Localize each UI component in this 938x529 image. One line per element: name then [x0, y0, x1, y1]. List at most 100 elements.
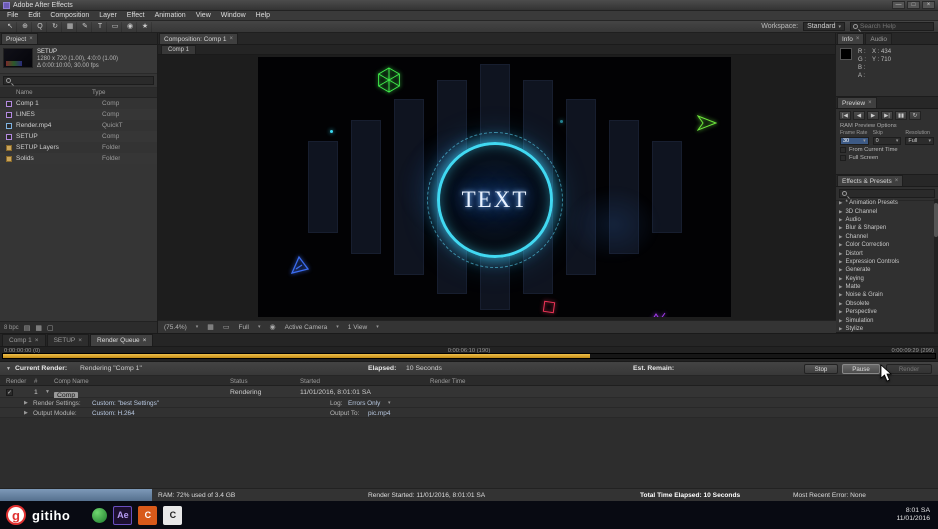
twirl-icon[interactable]: ▶ [839, 301, 842, 307]
menu-layer[interactable]: Layer [94, 12, 122, 19]
effects-search-box[interactable] [839, 189, 935, 198]
frame-rate-dropdown[interactable]: 30 ▾ [840, 137, 869, 145]
minimize-button[interactable]: — [892, 1, 905, 9]
twirl-icon[interactable]: ▶ [24, 410, 28, 416]
taskbar-clock[interactable]: 8:01 SA 11/01/2016 [896, 507, 932, 523]
menu-effect[interactable]: Effect [122, 12, 150, 19]
output-to-value[interactable]: pic.mp4 [368, 410, 390, 417]
camera-tool-icon[interactable]: ▦ [64, 21, 77, 32]
skip-dropdown[interactable]: 0 ▾ [872, 137, 902, 145]
tab-project[interactable]: Project × [1, 33, 38, 44]
close-button[interactable]: × [922, 1, 935, 9]
twirl-icon[interactable]: ▼ [6, 366, 11, 372]
column-render[interactable]: Render [6, 378, 26, 385]
pixel-aspect-icon[interactable]: ◉ [270, 323, 276, 331]
menu-view[interactable]: View [191, 12, 216, 19]
close-icon[interactable]: × [35, 337, 39, 344]
twirl-icon[interactable]: ▶ [839, 284, 842, 290]
close-icon[interactable]: × [143, 337, 147, 344]
effects-category[interactable]: ▶ Channel [836, 233, 934, 241]
project-item[interactable]: SETUP Comp [0, 131, 157, 142]
project-item[interactable]: Render.mp4 QuickT [0, 120, 157, 131]
tab-effects-presets[interactable]: Effects & Presets × [837, 175, 904, 186]
pause-button[interactable]: Pause [842, 364, 880, 374]
active-camera-dropdown[interactable]: Active Camera [285, 324, 328, 331]
twirl-icon[interactable]: ▶ [24, 400, 28, 406]
twirl-icon[interactable]: ▶ [839, 259, 842, 265]
app-c-white-icon[interactable]: C [163, 505, 183, 525]
column-name[interactable]: Name [0, 89, 92, 96]
composition-viewer[interactable]: TEXT [158, 55, 836, 320]
brush-tool-icon[interactable]: ★ [139, 21, 152, 32]
help-search-input[interactable] [860, 23, 931, 30]
column-comp-name[interactable]: Comp Name [54, 378, 89, 385]
previous-frame-button[interactable]: ◀ [853, 111, 865, 120]
project-item[interactable]: Solids Folder [0, 153, 157, 164]
column-started[interactable]: Started [300, 378, 320, 385]
effects-category[interactable]: ▶ Audio [836, 216, 934, 224]
scrollbar[interactable] [934, 199, 938, 332]
menu-file[interactable]: File [2, 12, 23, 19]
render-checkbox[interactable]: ✓ [6, 389, 13, 396]
pen-tool-icon[interactable]: ✎ [79, 21, 92, 32]
tab-setup-timeline[interactable]: SETUP × [46, 334, 90, 346]
tab-audio[interactable]: Audio [865, 33, 892, 44]
zoom-dropdown[interactable]: (75.4%) [164, 324, 187, 331]
twirl-icon[interactable]: ▶ [839, 200, 842, 206]
trash-icon[interactable]: ▢ [47, 324, 54, 332]
project-item[interactable]: Comp 1 Comp [0, 98, 157, 109]
project-search-input[interactable] [13, 77, 151, 84]
full-screen-checkbox[interactable] [840, 155, 846, 161]
rotate-tool-icon[interactable]: ↻ [49, 21, 62, 32]
effects-search-input[interactable] [849, 190, 932, 197]
puppet-tool-icon[interactable]: ◉ [124, 21, 137, 32]
menu-composition[interactable]: Composition [45, 12, 94, 19]
twirl-icon[interactable]: ▶ [839, 318, 842, 324]
effects-category[interactable]: ▶ Obsolete [836, 300, 934, 308]
effects-category[interactable]: ▶ Perspective [836, 308, 934, 316]
tab-render-queue[interactable]: Render Queue × [90, 334, 154, 346]
close-icon[interactable]: × [230, 36, 234, 42]
tab-preview[interactable]: Preview × [837, 97, 877, 108]
twirl-icon[interactable]: ▼ [45, 389, 50, 395]
queue-item-row[interactable]: ✓ 1 ▼ Comp 1 Rendering 11/01/2016, 8:01:… [0, 386, 938, 406]
grid-options-icon[interactable]: ▦ [207, 323, 214, 331]
effects-category[interactable]: ▶ * Animation Presets [836, 199, 934, 207]
project-item[interactable]: SETUP Layers Folder [0, 142, 157, 153]
stop-button[interactable]: Stop [804, 364, 838, 374]
close-icon[interactable]: × [895, 178, 899, 184]
close-icon[interactable]: × [868, 100, 872, 106]
close-icon[interactable]: × [856, 36, 860, 42]
effects-category[interactable]: ▶ Distort [836, 249, 934, 257]
effects-category[interactable]: ▶ Keying [836, 275, 934, 283]
tab-comp1-timeline[interactable]: Comp 1 × [2, 334, 46, 346]
effects-category[interactable]: ▶ Matte [836, 283, 934, 291]
effects-category[interactable]: ▶ Blur & Sharpen [836, 224, 934, 232]
effects-category[interactable]: ▶ Simulation [836, 316, 934, 324]
scrollbar-thumb[interactable] [934, 203, 938, 237]
resolution-dropdown[interactable]: Full ▾ [905, 137, 935, 145]
bit-depth-label[interactable]: 8 bpc [4, 325, 19, 331]
menu-window[interactable]: Window [216, 12, 251, 19]
effects-category[interactable]: ▶ Stylize [836, 325, 934, 332]
column-type[interactable]: Type [92, 89, 105, 96]
region-of-interest-icon[interactable]: ▭ [223, 323, 230, 331]
view-layout-dropdown[interactable]: 1 View [348, 324, 367, 331]
tab-info[interactable]: Info × [837, 33, 865, 44]
help-search-box[interactable] [850, 22, 934, 31]
new-composition-icon[interactable]: ▦ [35, 324, 42, 332]
hand-tool-icon[interactable]: ⊕ [19, 21, 32, 32]
effects-category[interactable]: ▶ 3D Channel [836, 207, 934, 215]
selection-tool-icon[interactable]: ↖ [4, 21, 17, 32]
effects-category[interactable]: ▶ Generate [836, 266, 934, 274]
maximize-button[interactable]: □ [907, 1, 920, 9]
shape-tool-icon[interactable]: ▭ [109, 21, 122, 32]
loop-button[interactable]: ↻ [909, 111, 921, 120]
close-icon[interactable]: × [78, 337, 82, 344]
twirl-icon[interactable]: ▶ [839, 251, 842, 257]
play-button[interactable]: ▶ [867, 111, 879, 120]
workspace-dropdown[interactable]: Standard ▾ [803, 22, 845, 31]
column-number[interactable]: # [34, 378, 37, 385]
project-item[interactable]: LINES Comp [0, 109, 157, 120]
after-effects-taskbar-icon[interactable]: Ae [113, 505, 133, 525]
